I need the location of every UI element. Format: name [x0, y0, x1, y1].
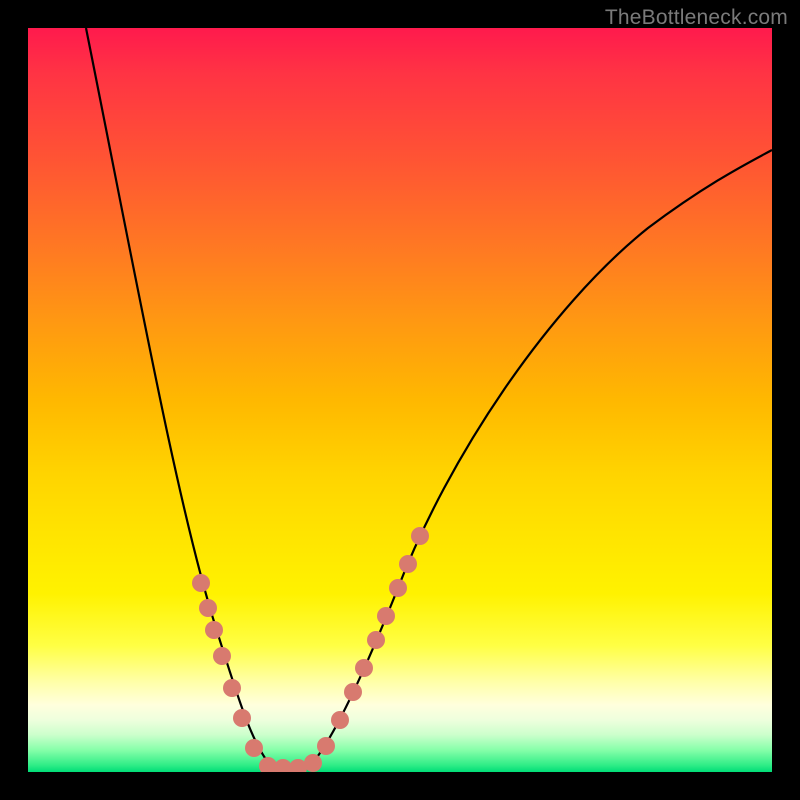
- data-dot: [399, 555, 417, 573]
- data-dot: [377, 607, 395, 625]
- data-dot: [192, 574, 210, 592]
- data-dot: [317, 737, 335, 755]
- plot-area: [28, 28, 772, 772]
- chart-svg: [28, 28, 772, 772]
- bottleneck-curve: [86, 28, 772, 768]
- data-dot: [223, 679, 241, 697]
- data-dots: [192, 527, 429, 772]
- data-dot: [367, 631, 385, 649]
- data-dot: [199, 599, 217, 617]
- data-dot: [205, 621, 223, 639]
- data-dot: [245, 739, 263, 757]
- data-dot: [331, 711, 349, 729]
- data-dot: [233, 709, 251, 727]
- data-dot: [213, 647, 231, 665]
- watermark-text: TheBottleneck.com: [605, 6, 788, 30]
- data-dot: [304, 754, 322, 772]
- data-dot: [355, 659, 373, 677]
- data-dot: [389, 579, 407, 597]
- data-dot: [344, 683, 362, 701]
- chart-frame: TheBottleneck.com: [0, 0, 800, 800]
- data-dot: [411, 527, 429, 545]
